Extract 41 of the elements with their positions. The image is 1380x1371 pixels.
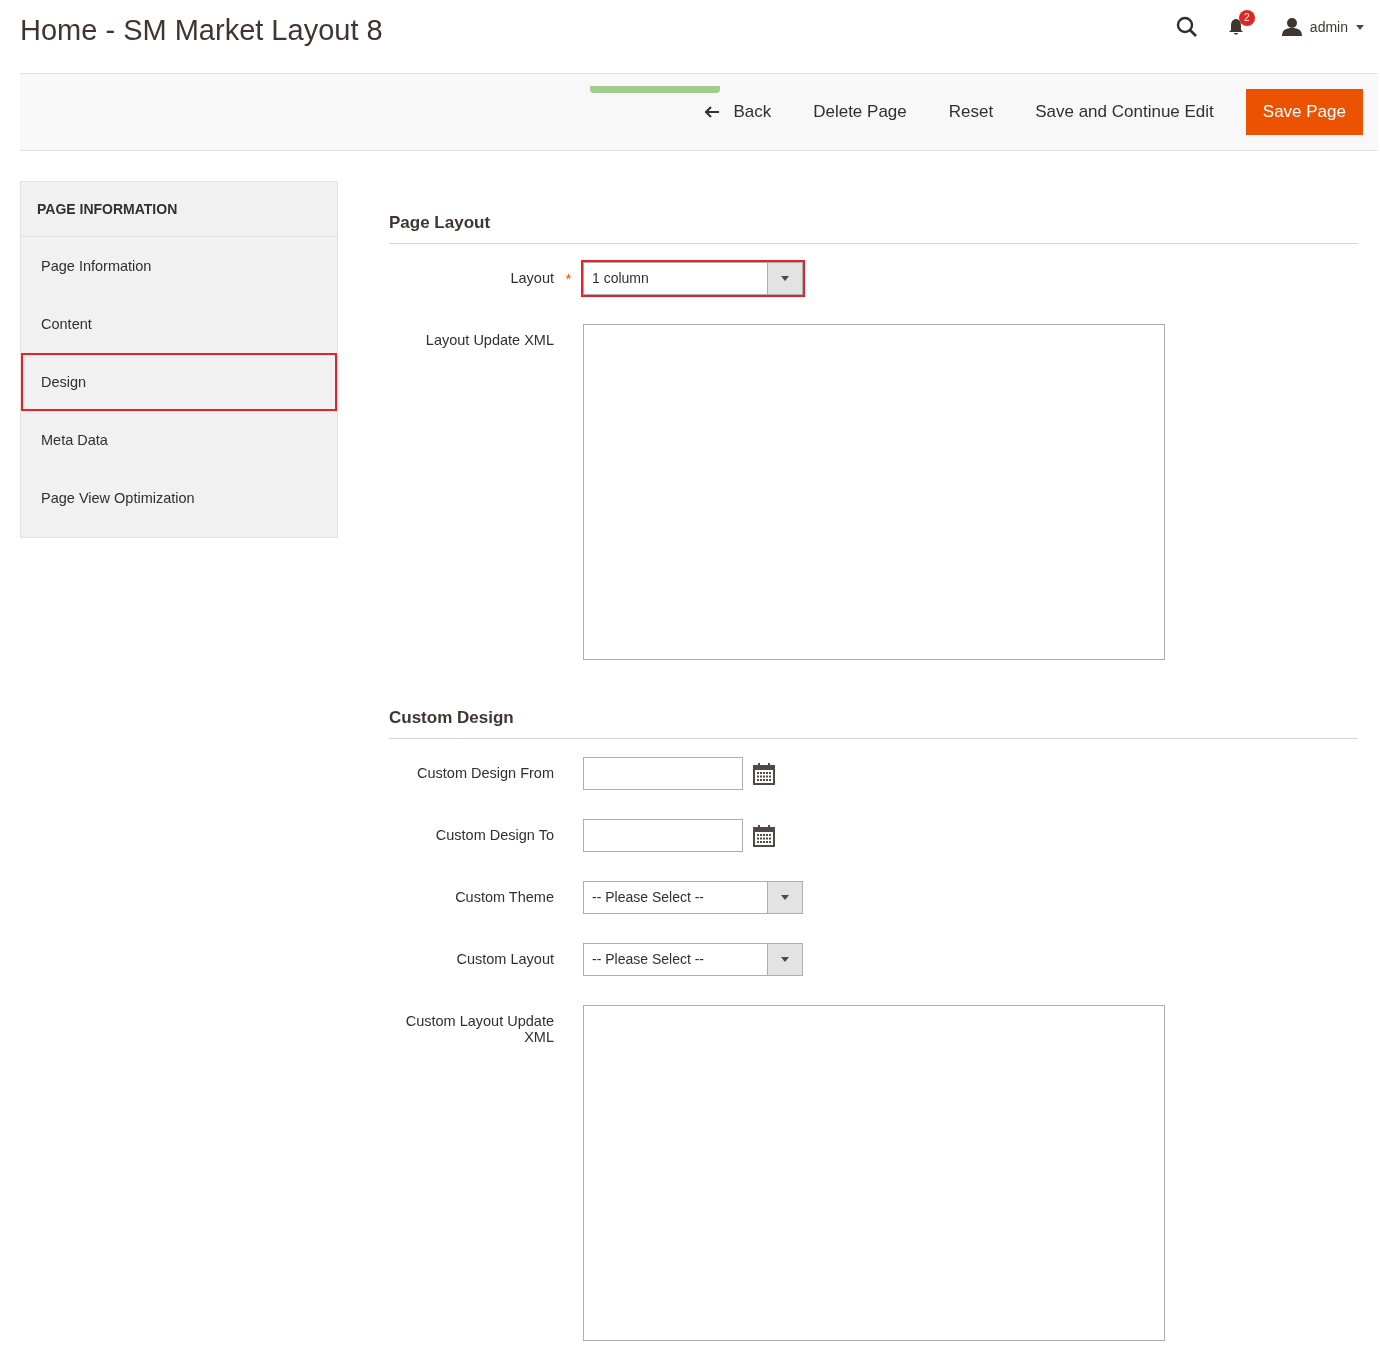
- user-icon: [1281, 18, 1302, 36]
- caret-icon: [781, 895, 789, 900]
- toolbar-button[interactable]: Reset: [930, 90, 1012, 134]
- back-button[interactable]: Back: [687, 90, 790, 134]
- field-label: Layout: [509, 269, 554, 286]
- required-mark: *: [564, 269, 573, 287]
- sidebar-item[interactable]: Page Information: [21, 237, 337, 295]
- field-label: Custom Design From: [416, 764, 554, 781]
- textarea-field[interactable]: [583, 1005, 1165, 1341]
- date-field[interactable]: [583, 819, 743, 852]
- field-label: Custom Layout Update XML: [404, 1012, 554, 1045]
- select-field[interactable]: 1 column: [583, 262, 803, 295]
- toolbar-button[interactable]: Save and Continue Edit: [1017, 90, 1232, 134]
- sidebar-item[interactable]: Design: [21, 353, 337, 411]
- section-title: Page Layout: [389, 213, 1358, 244]
- search-icon[interactable]: [1175, 16, 1198, 38]
- user-menu[interactable]: admin: [1281, 18, 1364, 36]
- calendar-icon[interactable]: [753, 762, 775, 785]
- sidebar-item[interactable]: Content: [21, 295, 337, 353]
- field-label: Layout Update XML: [424, 331, 554, 348]
- sidebar-item[interactable]: Page View Optimization: [21, 469, 337, 527]
- select-field[interactable]: -- Please Select --: [583, 881, 803, 914]
- toolbar-button[interactable]: Delete Page: [795, 90, 925, 134]
- textarea-field[interactable]: [583, 324, 1165, 660]
- bell-icon[interactable]: [1227, 18, 1244, 36]
- field-label: Custom Theme: [454, 888, 554, 905]
- section-title: Custom Design: [389, 708, 1358, 739]
- caret-icon: [1356, 24, 1364, 30]
- field-label: Custom Layout: [455, 950, 554, 967]
- caret-icon: [781, 957, 789, 962]
- date-field[interactable]: [583, 757, 743, 790]
- calendar-icon[interactable]: [753, 824, 775, 847]
- notification-badge: 2: [1238, 10, 1255, 26]
- field-label: Custom Design To: [434, 826, 554, 843]
- caret-icon: [781, 276, 789, 281]
- select-field[interactable]: -- Please Select --: [583, 943, 803, 976]
- save-button[interactable]: Save Page: [1245, 89, 1363, 135]
- page-title: Home - SM Market Layout 8: [20, 13, 383, 47]
- sidebar-item[interactable]: Meta Data: [21, 411, 337, 469]
- arrow-left-icon: [705, 106, 720, 118]
- sidebar-title: PAGE INFORMATION: [21, 182, 337, 237]
